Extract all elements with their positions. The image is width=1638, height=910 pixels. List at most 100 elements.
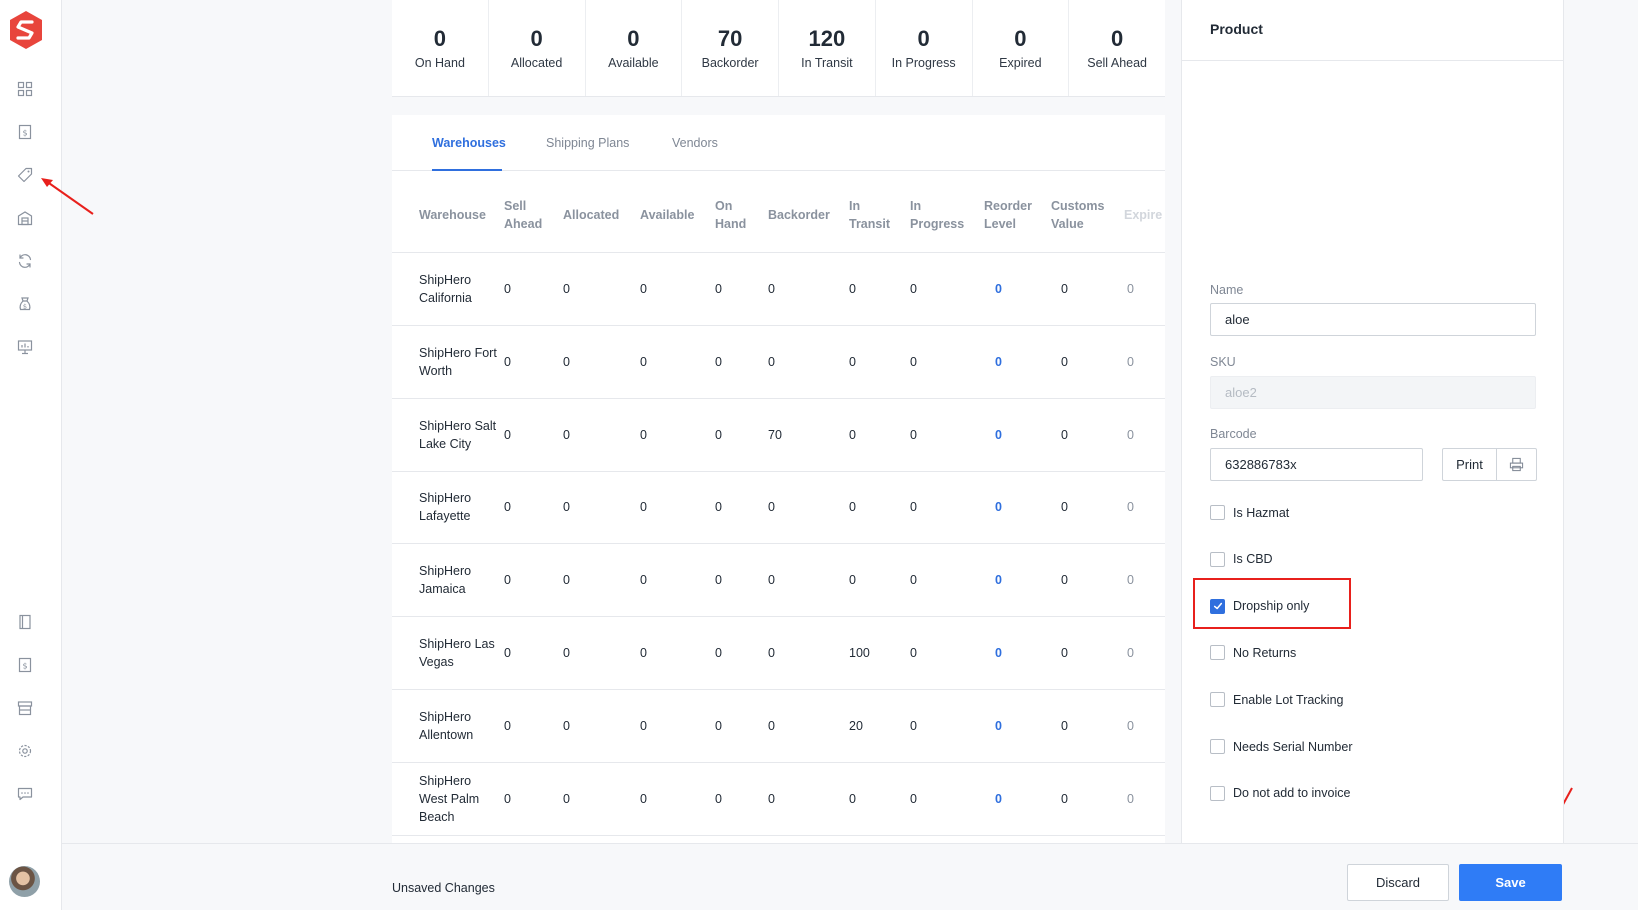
invoice-icon[interactable]: $ xyxy=(15,655,35,675)
table-cell: 0 xyxy=(849,573,856,588)
checkbox-is-hazmat[interactable]: Is Hazmat xyxy=(1210,505,1289,520)
reorder-level-link[interactable]: 0 xyxy=(995,644,1002,662)
column-header[interactable]: Allocated xyxy=(563,206,619,224)
checkbox-is-cbd[interactable]: Is CBD xyxy=(1210,551,1273,567)
reorder-level-link[interactable]: 0 xyxy=(995,280,1002,298)
checkbox-label[interactable]: Is Hazmat xyxy=(1233,506,1289,520)
stat-value: 70 xyxy=(717,26,743,51)
stat-value: 0 xyxy=(627,26,640,51)
table-cell: 0 xyxy=(504,427,511,442)
print-barcode-button[interactable]: Print xyxy=(1442,448,1537,481)
stat-label: On Hand xyxy=(414,56,465,70)
shiphero-logo[interactable] xyxy=(8,10,44,50)
reorder-level-link[interactable]: 0 xyxy=(995,353,1002,371)
checkbox-label[interactable]: Enable Lot Tracking xyxy=(1233,693,1344,707)
stat-available: 0 Available xyxy=(586,0,683,96)
divider xyxy=(1182,60,1563,61)
billing-icon[interactable]: $ xyxy=(15,294,35,314)
column-header[interactable]: Customs Value xyxy=(1051,197,1111,233)
table-cell: 0 xyxy=(1127,427,1134,442)
table-row[interactable]: ShipHero West Palm Beach 0 0 0 0 0 0 0 0 0 0 xyxy=(392,763,1165,836)
sidebar: $ $ $ xyxy=(0,0,62,910)
checkbox-needs-serial-number[interactable]: Needs Serial Number xyxy=(1210,739,1353,754)
checkbox-label[interactable]: Needs Serial Number xyxy=(1233,740,1353,754)
reorder-level-link[interactable]: 0 xyxy=(995,790,1002,808)
checkbox-label[interactable]: Is CBD xyxy=(1233,552,1273,566)
products-tag-icon[interactable] xyxy=(15,165,35,185)
table-cell: 0 xyxy=(849,427,856,442)
column-header[interactable]: In Progress xyxy=(910,197,970,233)
checkbox-unchecked-icon[interactable] xyxy=(1210,739,1225,754)
column-header[interactable]: Sell Ahead xyxy=(504,197,549,233)
stat-value: 0 xyxy=(1111,26,1124,51)
sku-label: SKU xyxy=(1210,355,1236,369)
table-cell: 0 xyxy=(910,282,917,296)
reorder-level-link[interactable]: 0 xyxy=(995,717,1002,735)
table-row[interactable]: ShipHero Fort Worth 0 0 0 0 0 0 0 0 0 0 xyxy=(392,326,1165,399)
column-header[interactable]: Warehouse xyxy=(419,206,486,224)
table-cell: 0 xyxy=(768,718,775,733)
table-cell: 0 xyxy=(849,791,856,806)
discard-button[interactable]: Discard xyxy=(1347,864,1449,901)
table-row[interactable]: ShipHero Salt Lake City 0 0 0 0 70 0 0 0 0 0 xyxy=(392,399,1165,472)
table-cell: 0 xyxy=(715,573,722,588)
tab-warehouses[interactable]: Warehouses xyxy=(432,136,506,150)
name-input[interactable] xyxy=(1210,303,1536,336)
checkbox-no-returns[interactable]: No Returns xyxy=(1210,645,1296,661)
barcode-input[interactable] xyxy=(1210,448,1423,481)
reports-icon[interactable] xyxy=(15,337,35,357)
checkbox-unchecked-icon[interactable] xyxy=(1210,551,1225,567)
chat-icon[interactable] xyxy=(15,784,35,804)
column-header[interactable]: Expire xyxy=(1124,206,1162,224)
checkbox-unchecked-icon[interactable] xyxy=(1210,645,1225,661)
table-cell: 20 xyxy=(849,718,863,733)
reorder-level-link[interactable]: 0 xyxy=(995,571,1002,589)
reorder-level-link[interactable]: 0 xyxy=(995,498,1002,516)
checkbox-do-not-add-to-invoice[interactable]: Do not add to invoice xyxy=(1210,785,1350,801)
table-cell: 0 xyxy=(768,354,775,369)
table-row[interactable]: ShipHero Allentown 0 0 0 0 0 20 0 0 0 0 xyxy=(392,690,1165,763)
column-header[interactable]: Backorder xyxy=(768,206,830,224)
table-cell: 0 xyxy=(910,791,917,806)
table-row[interactable]: ShipHero Lafayette 0 0 0 0 0 0 0 0 0 0 xyxy=(392,471,1165,545)
tab-vendors[interactable]: Vendors xyxy=(672,136,718,150)
table-cell: 0 xyxy=(640,282,647,296)
table-row[interactable]: ShipHero California 0 0 0 0 0 0 0 0 0 0 xyxy=(392,253,1165,326)
tab-shipping-plans[interactable]: Shipping Plans xyxy=(546,136,629,150)
table-cell: 0 xyxy=(768,282,775,296)
table-row[interactable]: ShipHero Jamaica 0 0 0 0 0 0 0 0 0 0 xyxy=(392,544,1165,618)
printer-icon[interactable] xyxy=(1497,449,1536,480)
stat-value: 0 xyxy=(433,26,446,51)
column-header[interactable]: Available xyxy=(640,206,694,224)
svg-text:$: $ xyxy=(22,662,27,671)
reorder-level-link[interactable]: 0 xyxy=(995,426,1002,444)
store-icon[interactable] xyxy=(15,698,35,718)
column-header[interactable]: On Hand xyxy=(715,197,755,233)
checkbox-unchecked-icon[interactable] xyxy=(1210,692,1225,708)
inventory-summary: 0 On Hand 0 Allocated 0 Available 70 Bac… xyxy=(392,0,1165,97)
checkbox-enable-lot-tracking[interactable]: Enable Lot Tracking xyxy=(1210,692,1344,708)
print-label[interactable]: Print xyxy=(1443,449,1497,480)
warehouse-icon[interactable] xyxy=(15,208,35,228)
save-bar: Unsaved Changes Discard Save xyxy=(62,843,1638,910)
returns-icon[interactable] xyxy=(15,251,35,271)
docs-icon[interactable] xyxy=(15,612,35,632)
table-cell: 0 xyxy=(768,791,775,806)
checkbox-label[interactable]: Do not add to invoice xyxy=(1233,786,1350,800)
orders-icon[interactable]: $ xyxy=(15,122,35,142)
save-button[interactable]: Save xyxy=(1459,864,1562,901)
table-cell: 0 xyxy=(1061,282,1068,296)
column-header[interactable]: In Transit xyxy=(849,197,894,233)
settings-icon[interactable] xyxy=(15,741,35,761)
column-header[interactable]: Reorder Level xyxy=(984,197,1036,233)
table-cell: 0 xyxy=(1127,354,1134,369)
svg-text:$: $ xyxy=(22,129,27,138)
checkbox-label[interactable]: No Returns xyxy=(1233,646,1296,660)
table-cell: 0 xyxy=(849,500,856,515)
checkbox-unchecked-icon[interactable] xyxy=(1210,505,1225,520)
table-cell: 0 xyxy=(640,791,647,806)
table-row[interactable]: ShipHero Las Vegas 0 0 0 0 0 100 0 0 0 0 xyxy=(392,617,1165,690)
dashboard-icon[interactable] xyxy=(15,79,35,99)
user-avatar[interactable] xyxy=(9,866,40,897)
checkbox-unchecked-icon[interactable] xyxy=(1210,785,1225,801)
